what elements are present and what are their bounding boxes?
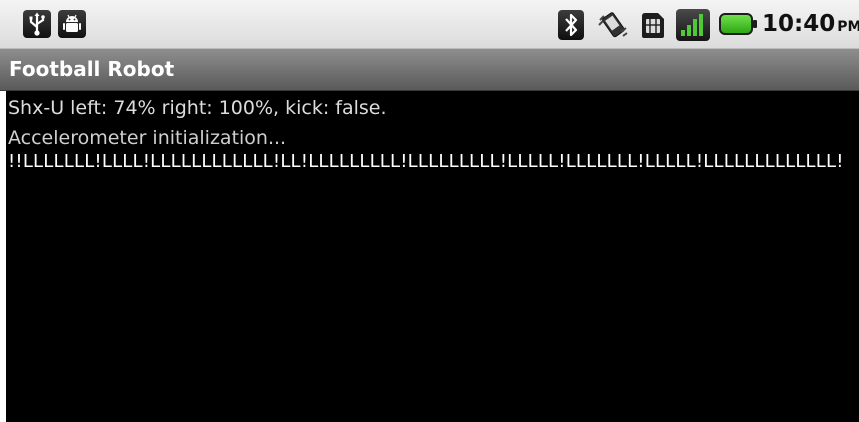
bluetooth-icon bbox=[558, 10, 584, 40]
app-screen: 10:40 PM Football Robot Shx-U left: 74% r… bbox=[0, 0, 859, 422]
accelerometer-status-text: Accelerometer initialization... bbox=[8, 127, 287, 149]
sensor-data-stream: !!LLLLLLL!LLLL!LLLLLLLLLLLL!LL!LLLLLLLLL… bbox=[8, 151, 844, 172]
signal-strength-icon bbox=[676, 9, 710, 41]
title-bar: Football Robot bbox=[0, 49, 859, 91]
sim-card-icon bbox=[638, 10, 668, 45]
android-debug-icon bbox=[58, 10, 86, 38]
clock-time: 10:40 bbox=[762, 11, 836, 37]
app-title: Football Robot bbox=[9, 57, 175, 81]
clock-ampm: PM bbox=[837, 19, 859, 35]
battery-icon bbox=[719, 13, 757, 35]
status-clock: 10:40 PM bbox=[762, 9, 859, 39]
vibrate-icon bbox=[596, 10, 630, 45]
console-output: Shx-U left: 74% right: 100%, kick: false… bbox=[0, 91, 859, 422]
robot-status-text: Shx-U left: 74% right: 100%, kick: false… bbox=[8, 97, 387, 119]
status-bar[interactable]: 10:40 PM bbox=[0, 0, 859, 49]
screen-edge bbox=[0, 91, 6, 422]
usb-icon bbox=[23, 10, 51, 38]
